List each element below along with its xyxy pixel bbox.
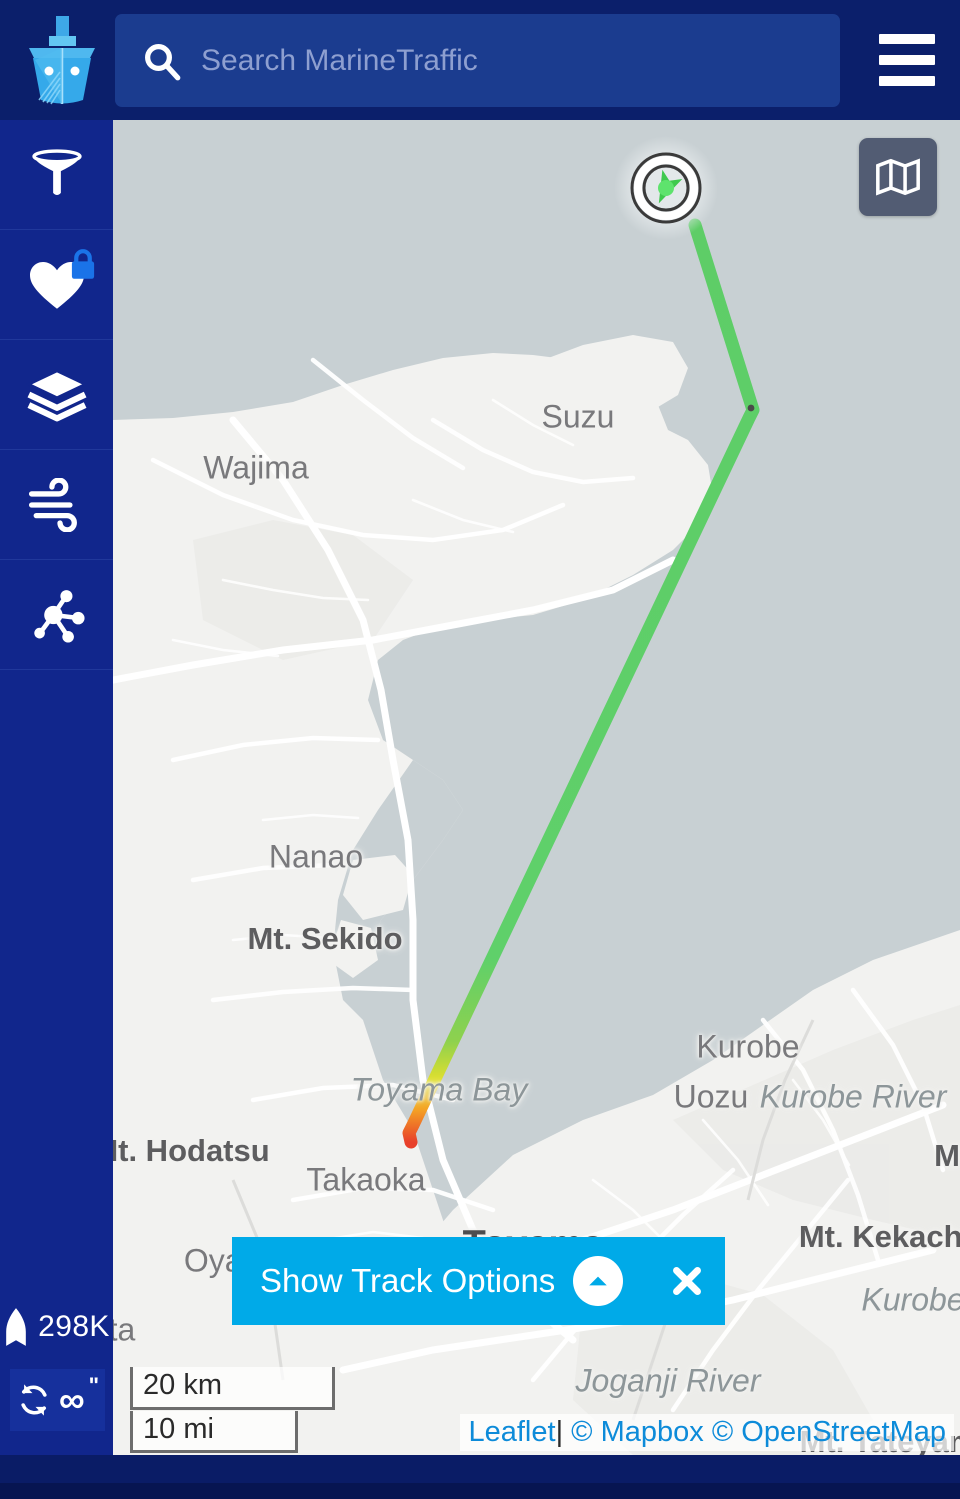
bottom-bar-inner — [0, 1483, 960, 1499]
wind-icon — [28, 477, 77, 532]
funnel-filter-icon — [31, 148, 82, 195]
bottom-bar — [0, 1455, 960, 1499]
marinetraffic-logo[interactable] — [16, 12, 108, 108]
sidebar-item-filters[interactable] — [0, 120, 113, 230]
vessel-count: 298K — [0, 1307, 113, 1347]
sidebar-item-favorites[interactable] — [0, 230, 113, 340]
hamburger-menu-icon[interactable] — [879, 34, 935, 86]
mapbox-link[interactable]: © Mapbox — [571, 1416, 704, 1448]
folded-map-icon — [876, 158, 920, 196]
layers-stack-icon — [25, 368, 88, 421]
refresh-loop-icon — [21, 1384, 47, 1416]
openstreetmap-link[interactable]: © OpenStreetMap — [712, 1416, 946, 1448]
show-track-options-bar[interactable]: Show Track Options — [232, 1237, 725, 1325]
left-sidebar: 298K ∞ " — [0, 120, 113, 1455]
search-input[interactable] — [201, 43, 840, 78]
refresh-interval-unit: " — [88, 1373, 100, 1398]
show-track-options-label: Show Track Options — [260, 1262, 556, 1299]
close-x-icon[interactable] — [663, 1257, 711, 1305]
sidebar-item-weather[interactable] — [0, 450, 113, 560]
padlock-icon — [71, 249, 95, 279]
refresh-interval-value: ∞ — [58, 1379, 85, 1420]
refresh-interval-button[interactable]: ∞ " — [10, 1369, 105, 1431]
basemap-switch-button[interactable] — [859, 138, 937, 216]
vessel-count-value: 298K — [38, 1310, 110, 1343]
scale-mi: 10 mi — [130, 1410, 298, 1453]
map-scale: 20 km 10 mi — [130, 1367, 335, 1453]
scale-km: 20 km — [130, 1367, 335, 1410]
map-canvas[interactable]: SuzuWajimaNanaoMt. SekidoMt. HodatsuTaka… — [113, 120, 960, 1455]
sidebar-item-layers[interactable] — [0, 340, 113, 450]
search-icon — [145, 43, 181, 80]
network-nodes-icon — [33, 589, 85, 643]
chevron-up-circle-icon[interactable] — [573, 1256, 624, 1306]
attribution-separator: | — [555, 1416, 564, 1448]
sidebar-item-network[interactable] — [0, 560, 113, 670]
leaflet-link[interactable]: Leaflet — [468, 1416, 555, 1448]
search-bar[interactable] — [115, 14, 840, 107]
vessel-marker-icon — [6, 1308, 26, 1346]
app-header — [0, 0, 960, 120]
ship-bow-icon — [29, 16, 95, 105]
map-attribution: Leaflet| © Mapbox © OpenStreetMap — [460, 1414, 954, 1451]
